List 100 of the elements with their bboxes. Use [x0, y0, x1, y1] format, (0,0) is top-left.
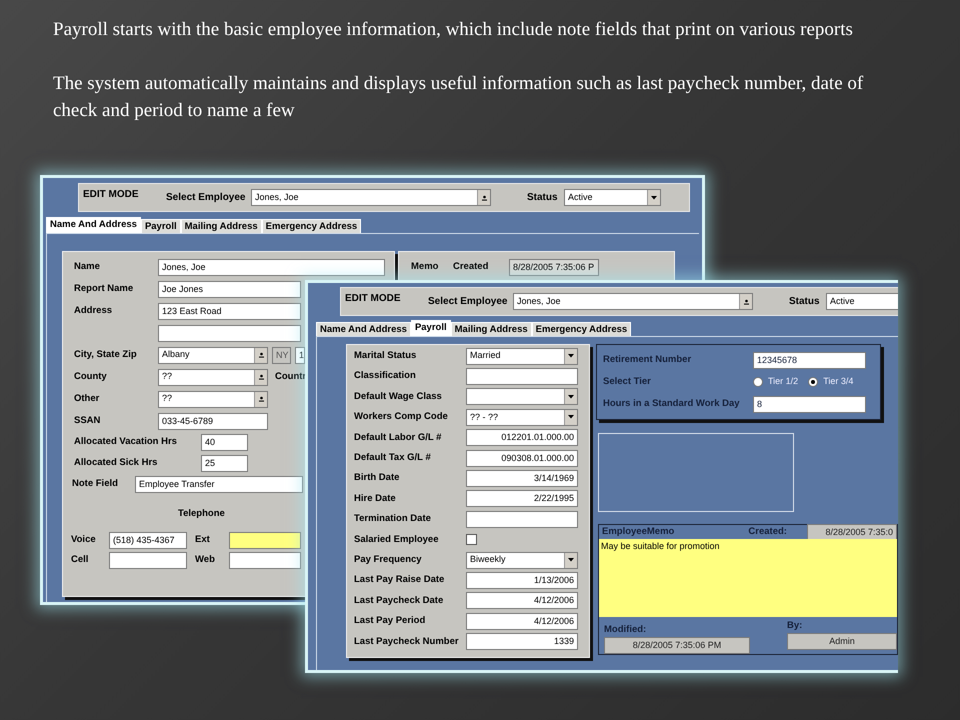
text-field[interactable]: 3/14/1969 [466, 470, 578, 488]
field-label: Retirement Number [603, 352, 692, 367]
dropdown-field[interactable]: Married [466, 348, 578, 365]
modified-field[interactable]: 8/28/2005 7:35:06 PM [604, 637, 750, 654]
tab[interactable]: Payroll [140, 219, 181, 233]
field-label: Select Tier [603, 374, 652, 389]
caret-icon [568, 415, 574, 420]
tab[interactable]: Payroll [410, 320, 451, 336]
dropdown-button[interactable] [739, 294, 752, 309]
dropdown-field[interactable]: Jones, Joe [251, 189, 491, 206]
dropdown-icon [744, 298, 748, 304]
field-label: Pay Frequency [354, 552, 423, 567]
text-field[interactable]: 4/12/2006 [466, 592, 578, 610]
state-field[interactable]: NY [272, 346, 291, 364]
dropdown-button[interactable] [254, 392, 267, 406]
radio-button[interactable] [753, 377, 763, 387]
text-field[interactable] [158, 324, 301, 342]
web-field[interactable] [229, 552, 301, 569]
author-field[interactable]: Admin [787, 633, 897, 650]
text-field[interactable]: Jones, Joe [158, 258, 385, 276]
field-label: Other [74, 392, 100, 406]
dropdown-button[interactable] [564, 348, 577, 364]
field-label: Countr [275, 370, 306, 384]
dropdown-field[interactable]: ?? [158, 390, 268, 408]
tab[interactable]: Name And Address [316, 322, 411, 336]
tab[interactable]: Mailing Address [180, 219, 262, 233]
field-label: Select Employee [428, 295, 508, 309]
dropdown-button[interactable] [254, 348, 267, 362]
dropdown-button[interactable] [564, 410, 577, 425]
field-label: Status [789, 295, 821, 309]
field-label: Birth Date [354, 471, 400, 486]
text-field[interactable]: 25 [201, 455, 248, 472]
dropdown-button[interactable] [564, 389, 577, 404]
field-label: Last Pay Raise Date [354, 573, 446, 588]
mode-label: EDIT MODE [345, 292, 402, 306]
field-label: Salaried Employee [354, 532, 440, 547]
dropdown-field[interactable]: Jones, Joe [513, 293, 753, 310]
section-title: Telephone [178, 507, 225, 521]
field-label: Modified: [604, 622, 648, 637]
dropdown-button[interactable] [477, 190, 490, 205]
dropdown-field[interactable]: ?? [158, 368, 268, 386]
field-label: Address [74, 304, 114, 318]
radio-button[interactable] [808, 377, 818, 387]
field-label: Allocated Vacation Hrs [74, 435, 178, 450]
field-label: City, State Zip [74, 348, 138, 362]
dropdown-field[interactable]: ?? - ?? [466, 408, 578, 426]
field-label: Report Name [74, 282, 134, 296]
dropdown-button[interactable] [254, 370, 267, 384]
tab[interactable]: Name And Address [46, 217, 141, 233]
text-field[interactable]: 2/22/1995 [466, 490, 578, 508]
memo-text-area[interactable]: May be suitable for promotion [599, 539, 897, 617]
dropdown-field[interactable]: Active [564, 189, 661, 206]
dropdown-icon [482, 194, 486, 200]
text-field[interactable]: 012201.01.000.00 [466, 429, 578, 446]
tab[interactable]: Emergency Address [262, 219, 362, 233]
zip-field[interactable]: 1 [295, 346, 305, 364]
dropdown-field[interactable]: Biweekly [466, 552, 578, 569]
text-field[interactable]: 12345678 [753, 352, 866, 368]
field-label: Ext [195, 533, 211, 548]
tab[interactable]: Mailing Address [450, 322, 532, 336]
extension-field[interactable] [229, 532, 301, 549]
text-field[interactable] [109, 552, 187, 569]
field-label: County [74, 370, 108, 384]
text-field[interactable]: Employee Transfer [135, 476, 303, 493]
checkbox[interactable] [466, 534, 477, 546]
dropdown-icon [258, 352, 264, 358]
text-field[interactable]: 4/12/2006 [466, 612, 578, 630]
dropdown-field[interactable] [466, 388, 578, 406]
text-field[interactable]: 090308.01.000.00 [466, 450, 578, 467]
field-label: Memo [411, 260, 440, 274]
field-label: Created: [748, 524, 788, 539]
field-label: Cell [71, 553, 90, 568]
dropdown-field[interactable]: Albany [158, 346, 268, 364]
field-label: Name [74, 260, 101, 274]
text-field[interactable]: Joe Jones [158, 280, 301, 298]
field-label: Default Tax G/L # [354, 451, 432, 466]
field-label: Created [453, 260, 490, 274]
slide-paragraph: The system automatically maintains and displays useful information such as last paycheck number, date of check and period to name a few [53, 72, 864, 123]
field-label: Default Labor G/L # [354, 430, 442, 445]
text-field[interactable] [466, 510, 578, 528]
text-field[interactable]: 033-45-6789 [158, 412, 268, 430]
text-field[interactable]: 123 East Road [158, 302, 301, 320]
status-field[interactable]: Active [826, 293, 898, 310]
text-field[interactable]: 1339 [466, 633, 578, 650]
dropdown-button[interactable] [647, 190, 660, 205]
text-field[interactable]: 40 [201, 434, 248, 451]
field-label: Termination Date [354, 512, 432, 526]
dropdown-button[interactable] [564, 552, 577, 568]
field-label: Classification [354, 369, 417, 384]
text-field[interactable]: 8 [753, 396, 866, 412]
tab[interactable]: Emergency Address [532, 322, 632, 336]
created-field[interactable]: 8/28/2005 7:35:0 [807, 524, 897, 540]
created-field[interactable]: 8/28/2005 7:35:06 P [509, 259, 599, 276]
field-label: Status [527, 191, 559, 205]
text-field[interactable]: (518) 435-4367 [109, 532, 187, 549]
text-field[interactable] [466, 368, 578, 386]
field-label: Web [195, 553, 216, 568]
radio-label: Tier 3/4 [823, 375, 854, 388]
caret-icon [568, 394, 574, 399]
text-field[interactable]: 1/13/2006 [466, 572, 578, 589]
